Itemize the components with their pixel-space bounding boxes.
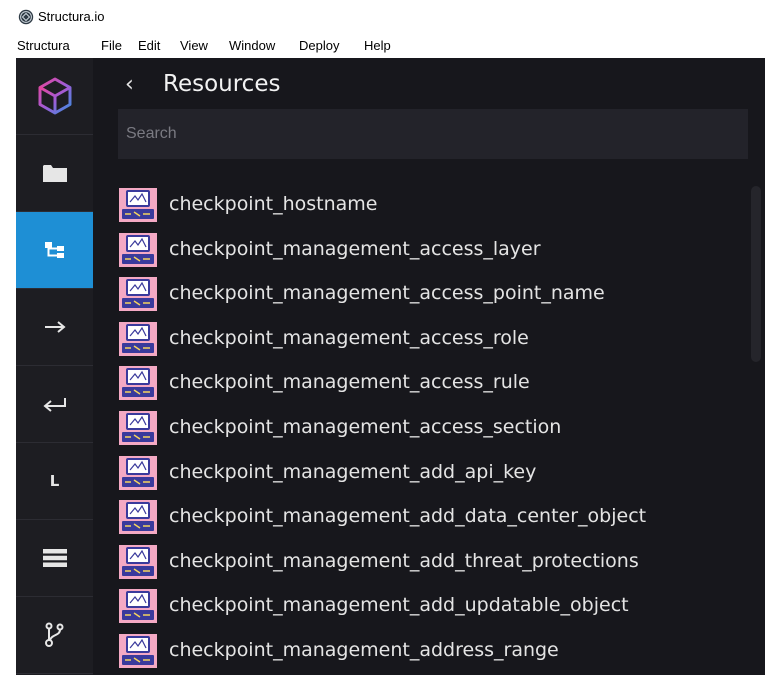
resource-name: checkpoint_management_access_section xyxy=(169,416,562,438)
resource-row[interactable]: checkpoint_management_address_range xyxy=(93,629,733,673)
menu-edit[interactable]: Edit xyxy=(138,38,160,53)
list-icon xyxy=(42,549,67,567)
resource-name: checkpoint_management_address_range xyxy=(169,639,559,661)
menu-file[interactable]: File xyxy=(101,38,122,53)
resource-row[interactable]: checkpoint_management_add_updatable_obje… xyxy=(93,584,733,628)
resource-type-icon xyxy=(119,277,157,312)
resource-name: checkpoint_management_add_updatable_obje… xyxy=(169,594,629,617)
rail-locals-button[interactable]: L xyxy=(16,443,93,520)
menu-structura[interactable]: Structura xyxy=(17,38,70,53)
resource-name: checkpoint_management_access_rule xyxy=(169,371,530,394)
resource-name: checkpoint_management_access_point_name xyxy=(169,282,605,305)
resource-row[interactable]: checkpoint_management_access_section xyxy=(93,406,733,450)
cube-logo-icon xyxy=(38,77,71,115)
resource-type-icon xyxy=(119,188,157,222)
app-window: L ‹ Resources Search checkpoint_hostname… xyxy=(16,58,765,675)
hierarchy-icon xyxy=(44,242,64,258)
structura-logo-icon xyxy=(18,9,34,25)
rail-resources-button[interactable] xyxy=(16,212,93,289)
list-scrollbar[interactable] xyxy=(751,186,761,362)
resource-row[interactable]: checkpoint_management_add_threat_protect… xyxy=(93,540,733,584)
resource-list: checkpoint_hostname checkpoint_managemen… xyxy=(93,183,753,675)
arrow-right-icon xyxy=(44,321,66,333)
resource-row[interactable]: checkpoint_hostname xyxy=(93,183,733,227)
resource-type-icon xyxy=(119,455,157,490)
panel-title: Resources xyxy=(163,71,281,97)
resource-row[interactable]: checkpoint_management_add_api_key xyxy=(93,451,733,495)
resource-name: checkpoint_management_add_api_key xyxy=(169,460,537,483)
resource-type-icon xyxy=(119,634,157,668)
resource-name: checkpoint_management_add_threat_protect… xyxy=(169,549,639,572)
menu-help[interactable]: Help xyxy=(364,38,391,53)
resource-row[interactable]: checkpoint_management_access_rule xyxy=(93,361,733,405)
menu-window[interactable]: Window xyxy=(229,38,275,53)
back-button[interactable]: ‹ xyxy=(125,72,134,97)
rail-list-button[interactable] xyxy=(16,520,93,597)
git-branch-icon xyxy=(44,622,63,647)
icon-rail: L xyxy=(16,58,93,675)
menu-view[interactable]: View xyxy=(180,38,208,53)
rail-inputs-button[interactable] xyxy=(16,366,93,443)
menu-bar: Structura File Edit View Window Deploy H… xyxy=(0,34,765,58)
letter-l-icon: L xyxy=(49,471,60,490)
resource-type-icon xyxy=(119,544,157,579)
resource-type-icon xyxy=(119,321,157,356)
resource-type-icon xyxy=(119,589,157,624)
resource-name: checkpoint_management_access_layer xyxy=(169,237,541,260)
resource-type-icon xyxy=(119,366,157,401)
rail-outputs-button[interactable] xyxy=(16,289,93,366)
menu-deploy[interactable]: Deploy xyxy=(299,38,339,53)
resource-name: checkpoint_hostname xyxy=(169,193,378,215)
resource-type-icon xyxy=(119,232,157,267)
search-input[interactable] xyxy=(118,109,748,159)
resource-row[interactable]: checkpoint_management_add_data_center_ob… xyxy=(93,495,733,539)
resource-row[interactable]: checkpoint_management_access_role xyxy=(93,317,733,361)
folder-icon xyxy=(42,165,67,182)
window-title: Structura.io xyxy=(38,9,105,24)
rail-git-button[interactable] xyxy=(16,597,93,674)
resource-row[interactable]: checkpoint_management_access_point_name xyxy=(93,272,733,316)
rail-logo-button[interactable] xyxy=(16,58,93,135)
resource-name: checkpoint_management_add_data_center_ob… xyxy=(169,505,647,528)
resource-type-icon xyxy=(119,411,157,445)
resources-panel: ‹ Resources checkpoint_hostname checkpoi… xyxy=(93,58,765,675)
rail-folder-button[interactable] xyxy=(16,135,93,212)
resource-type-icon xyxy=(119,500,157,535)
resource-row[interactable]: checkpoint_management_access_layer xyxy=(93,228,733,272)
window-titlebar: Structura.io xyxy=(0,0,765,34)
resource-name: checkpoint_management_access_role xyxy=(169,326,529,349)
return-arrow-icon xyxy=(42,398,66,412)
